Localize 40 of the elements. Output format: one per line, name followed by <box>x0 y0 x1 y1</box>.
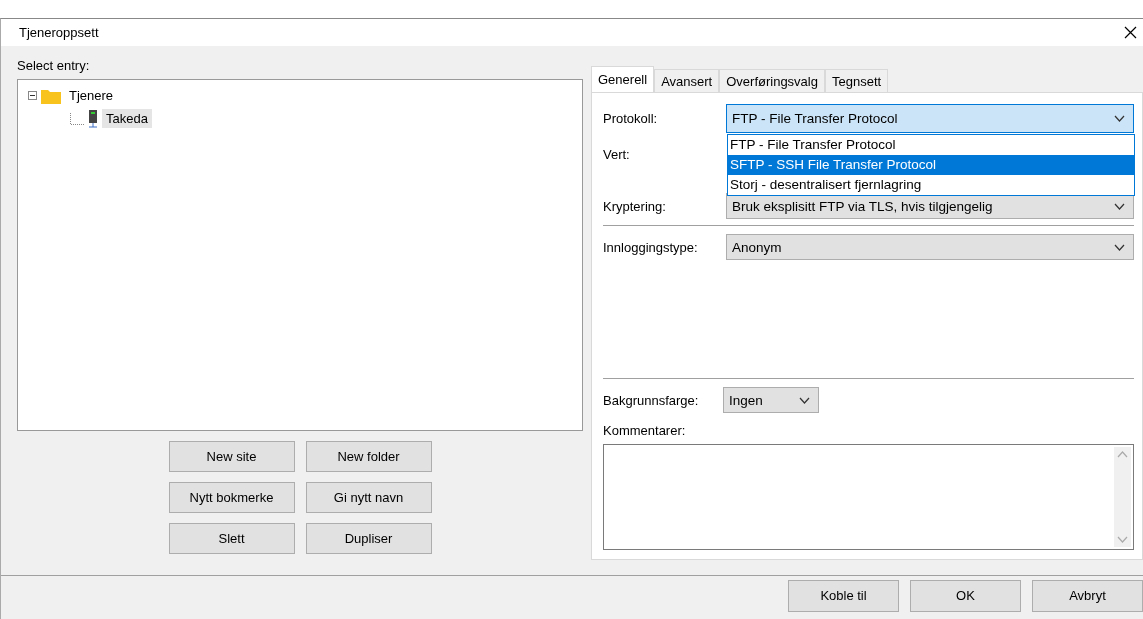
action-button[interactable]: Gi nytt navn <box>305 482 432 513</box>
scroll-down-icon <box>1117 536 1128 543</box>
dropdown-option[interactable]: SFTP - SSH File Transfer Protocol <box>728 154 1134 175</box>
tree-item[interactable]: Tjenere <box>65 86 118 105</box>
chevron-down-icon <box>799 396 810 404</box>
scrollbar[interactable] <box>1114 447 1131 547</box>
window-title: Tjeneroppsett <box>19 25 99 40</box>
chevron-down-icon <box>1114 202 1125 210</box>
collapse-icon[interactable] <box>28 91 37 100</box>
field-label: Bakgrunnsfarge: <box>603 392 700 408</box>
server-icon <box>88 109 98 128</box>
action-button[interactable]: Nytt bokmerke <box>168 482 295 513</box>
tab[interactable]: Generell <box>591 66 655 92</box>
tab[interactable]: Overføringsvalg <box>719 69 825 92</box>
action-button[interactable]: New site <box>168 441 295 472</box>
comments-field[interactable] <box>603 444 1134 550</box>
action-button[interactable]: Slett <box>168 523 295 554</box>
field-label: Kommentarer: <box>603 423 687 438</box>
tab[interactable]: Tegnsett <box>824 69 889 92</box>
folder-icon <box>41 87 61 104</box>
dialog-button[interactable]: Avbryt <box>1032 579 1143 612</box>
action-button[interactable]: Dupliser <box>305 523 432 554</box>
field-label: Innloggingstype: <box>603 239 699 255</box>
chevron-down-icon <box>1114 114 1125 122</box>
login-type-dropdown[interactable]: Anonym <box>726 234 1134 260</box>
tab[interactable]: Avansert <box>654 69 720 92</box>
close-icon <box>1124 26 1137 39</box>
chevron-down-icon <box>1114 243 1125 251</box>
tree-heading: Select entry: <box>17 58 91 73</box>
dialog-button[interactable]: Koble til <box>788 579 899 612</box>
dialog-button[interactable]: OK <box>910 579 1021 612</box>
color-dropdown[interactable]: Ingen <box>723 387 819 413</box>
tree-connector <box>70 112 84 125</box>
tree-item[interactable]: Takeda <box>102 109 152 128</box>
close-button[interactable] <box>1122 26 1139 39</box>
scroll-up-icon <box>1117 451 1128 458</box>
field-label: Vert: <box>603 146 631 162</box>
action-button[interactable]: New folder <box>305 441 432 472</box>
field-label: Kryptering: <box>603 198 667 214</box>
field-label: Protokoll: <box>603 110 659 126</box>
